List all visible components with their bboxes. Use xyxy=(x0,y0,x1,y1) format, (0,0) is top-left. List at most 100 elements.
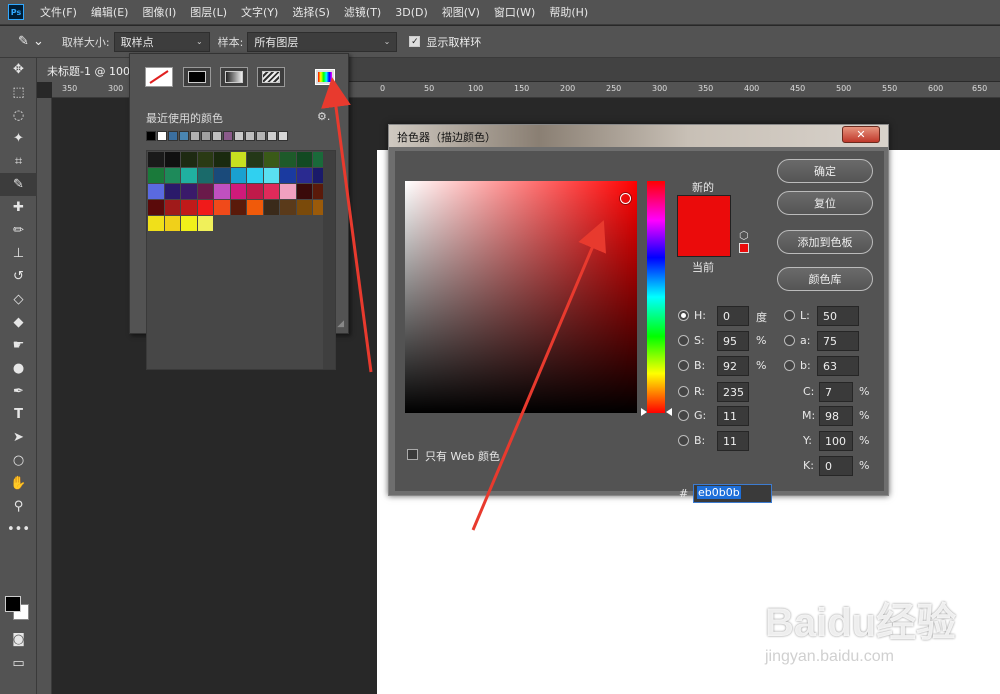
recent-color-swatch[interactable] xyxy=(223,131,233,141)
menu-select[interactable]: 选择(S) xyxy=(292,4,330,20)
web-colors-checkbox[interactable] xyxy=(407,449,418,460)
a-input[interactable]: 75 xyxy=(817,331,859,351)
no-color-button[interactable] xyxy=(145,67,173,87)
color-swatch[interactable] xyxy=(181,168,197,183)
pen-tool-icon[interactable]: ✒ xyxy=(0,380,37,403)
color-swatch[interactable] xyxy=(148,216,164,231)
color-swatch[interactable] xyxy=(164,216,180,231)
color-libraries-button[interactable]: 颜色库 xyxy=(777,267,873,291)
color-swatch[interactable] xyxy=(214,152,230,167)
color-swatch[interactable] xyxy=(214,168,230,183)
pattern-button[interactable] xyxy=(257,67,285,87)
recent-color-swatch[interactable] xyxy=(179,131,189,141)
menu-view[interactable]: 视图(V) xyxy=(442,4,480,20)
gear-icon[interactable]: ⚙. xyxy=(317,110,330,123)
color-swatch[interactable] xyxy=(247,152,263,167)
menu-type[interactable]: 文字(Y) xyxy=(241,4,278,20)
type-tool-icon[interactable]: T xyxy=(0,403,37,426)
color-swatch[interactable] xyxy=(214,184,230,199)
menu-help[interactable]: 帮助(H) xyxy=(549,4,588,20)
color-swatch[interactable] xyxy=(164,152,180,167)
color-swatch[interactable] xyxy=(247,168,263,183)
paint-bucket-tool-icon[interactable]: ◆ xyxy=(0,311,37,334)
menu-file[interactable]: 文件(F) xyxy=(40,4,77,20)
color-swatch[interactable] xyxy=(148,200,164,215)
menu-image[interactable]: 图像(I) xyxy=(142,4,176,20)
m-input[interactable]: 98 xyxy=(819,406,853,426)
l-input[interactable]: 50 xyxy=(817,306,859,326)
color-swatch[interactable] xyxy=(247,200,263,215)
b-radio[interactable] xyxy=(678,360,689,371)
hue-slider-handle-right[interactable] xyxy=(666,408,672,416)
web-safe-color-swatch[interactable] xyxy=(739,243,749,253)
color-swatch[interactable] xyxy=(197,216,213,231)
g-input[interactable]: 11 xyxy=(717,406,749,426)
magic-wand-tool-icon[interactable]: ✦ xyxy=(0,127,37,150)
add-to-swatches-button[interactable]: 添加到色板 xyxy=(777,230,873,254)
y-input[interactable]: 100 xyxy=(819,431,853,451)
color-swatch[interactable] xyxy=(230,152,246,167)
r-radio[interactable] xyxy=(678,386,689,397)
recent-color-swatch[interactable] xyxy=(256,131,266,141)
k-input[interactable]: 0 xyxy=(819,456,853,476)
color-swatch[interactable] xyxy=(164,184,180,199)
color-field[interactable] xyxy=(405,181,637,413)
recent-color-swatch[interactable] xyxy=(168,131,178,141)
zoom-tool-icon[interactable]: ⚲ xyxy=(0,495,37,518)
color-swatch[interactable] xyxy=(181,152,197,167)
gradient-button[interactable] xyxy=(220,67,248,87)
show-ring-checkbox[interactable]: ✓ xyxy=(409,36,421,47)
color-swatch[interactable] xyxy=(296,152,312,167)
smudge-tool-icon[interactable]: ☛ xyxy=(0,334,37,357)
h-radio[interactable] xyxy=(678,310,689,321)
b-input[interactable]: 92 xyxy=(717,356,749,376)
color-picker-button[interactable] xyxy=(315,69,335,85)
color-field-marker[interactable] xyxy=(620,193,631,204)
brush-tool-icon[interactable]: ✏ xyxy=(0,219,37,242)
recent-color-swatch[interactable] xyxy=(267,131,277,141)
hue-slider-handle-left[interactable] xyxy=(641,408,647,416)
color-swatch[interactable] xyxy=(197,168,213,183)
l-radio[interactable] xyxy=(784,310,795,321)
stamp-tool-icon[interactable]: ⊥ xyxy=(0,242,37,265)
menu-edit[interactable]: 编辑(E) xyxy=(91,4,129,20)
hand-tool-icon[interactable]: ✋ xyxy=(0,472,37,495)
lab-b-radio[interactable] xyxy=(784,360,795,371)
history-brush-tool-icon[interactable]: ↺ xyxy=(0,265,37,288)
resize-grip-icon[interactable]: ◢ xyxy=(337,319,344,329)
crop-tool-icon[interactable]: ⌗ xyxy=(0,150,37,173)
color-swatch[interactable] xyxy=(148,168,164,183)
lasso-tool-icon[interactable]: ◌ xyxy=(0,104,37,127)
color-swatch[interactable] xyxy=(296,184,312,199)
eyedropper-tool-preset-icon[interactable]: ✎ ⌄ xyxy=(18,34,44,49)
recent-color-swatch[interactable] xyxy=(201,131,211,141)
recent-color-swatch[interactable] xyxy=(190,131,200,141)
color-swatch[interactable] xyxy=(197,200,213,215)
out-of-gamut-cube-icon[interactable]: ⬡ xyxy=(739,229,749,242)
more-tools-icon[interactable]: ••• xyxy=(0,518,37,541)
color-swatch[interactable] xyxy=(230,200,246,215)
eyedropper-tool-icon[interactable]: ✎ xyxy=(0,173,37,196)
menu-3d[interactable]: 3D(D) xyxy=(395,6,428,19)
recent-color-swatch[interactable] xyxy=(245,131,255,141)
g-radio[interactable] xyxy=(678,410,689,421)
color-swatch[interactable] xyxy=(197,152,213,167)
foreground-color-swatch[interactable] xyxy=(5,596,21,612)
recent-color-swatch[interactable] xyxy=(278,131,288,141)
ellipse-tool-icon[interactable]: ○ xyxy=(0,449,37,472)
blue-input[interactable]: 11 xyxy=(717,431,749,451)
color-swatch[interactable] xyxy=(197,184,213,199)
color-swatch[interactable] xyxy=(230,168,246,183)
color-swatch[interactable] xyxy=(280,168,296,183)
s-radio[interactable] xyxy=(678,335,689,346)
color-swatch[interactable] xyxy=(280,200,296,215)
color-swatch[interactable] xyxy=(247,184,263,199)
dodge-tool-icon[interactable]: ● xyxy=(0,357,37,380)
c-input[interactable]: 7 xyxy=(819,382,853,402)
color-swatch[interactable] xyxy=(148,152,164,167)
move-tool-icon[interactable]: ✥ xyxy=(0,58,37,81)
recent-color-swatch[interactable] xyxy=(212,131,222,141)
a-radio[interactable] xyxy=(784,335,795,346)
color-swatch[interactable] xyxy=(263,184,279,199)
color-swatch[interactable] xyxy=(296,168,312,183)
